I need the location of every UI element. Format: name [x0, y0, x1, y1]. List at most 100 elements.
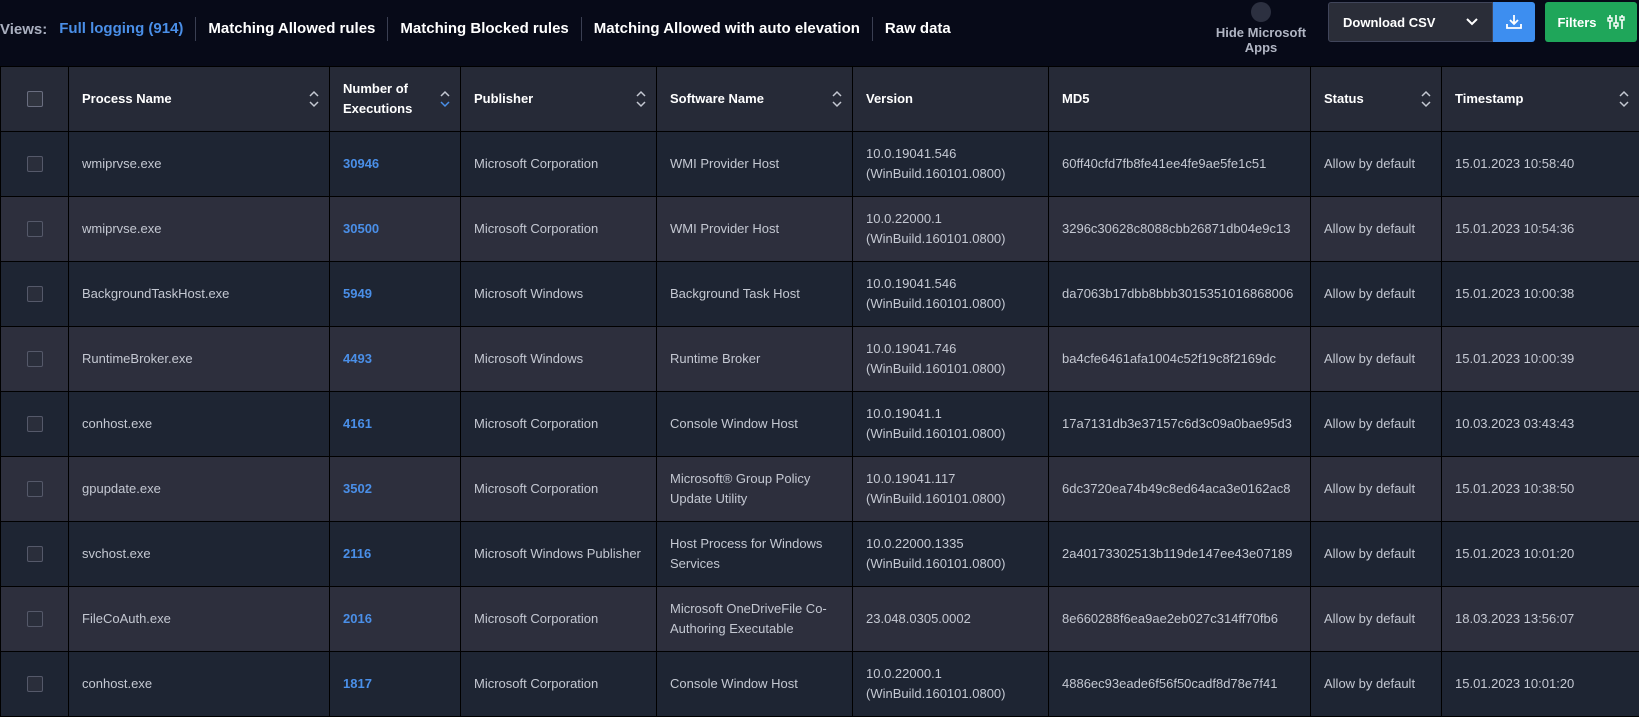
status-cell: Allow by default [1311, 327, 1442, 392]
status-cell: Allow by default [1311, 392, 1442, 457]
executions-link[interactable]: 1817 [330, 652, 461, 717]
timestamp-cell: 15.01.2023 10:58:40 [1442, 132, 1639, 197]
process-name-cell: gpupdate.exe [69, 457, 330, 522]
select-all-checkbox[interactable] [27, 91, 43, 107]
sort-icon[interactable] [1619, 90, 1629, 108]
timestamp-cell: 18.03.2023 13:56:07 [1442, 587, 1639, 652]
version-cell: 10.0.19041.117 (WinBuild.160101.0800) [853, 457, 1049, 522]
view-full-logging[interactable]: Full logging (914) [59, 17, 195, 41]
column-header-number-of-executions[interactable]: Number of Executions [330, 67, 461, 132]
hide-microsoft-apps-toggle[interactable] [1251, 2, 1271, 22]
column-header-publisher[interactable]: Publisher [461, 67, 657, 132]
md5-cell: 3296c30628c8088cbb26871db04e9c13 [1049, 197, 1311, 262]
row-checkbox[interactable] [27, 611, 43, 627]
column-header-timestamp[interactable]: Timestamp [1442, 67, 1639, 132]
timestamp-cell: 15.01.2023 10:38:50 [1442, 457, 1639, 522]
select-all-header [1, 67, 69, 132]
row-checkbox[interactable] [27, 481, 43, 497]
row-select-cell [1, 262, 69, 327]
md5-cell: 6dc3720ea74b49c8ed64aca3e0162ac8 [1049, 457, 1311, 522]
publisher-cell: Microsoft Corporation [461, 457, 657, 522]
view-matching-allowed[interactable]: Matching Allowed rules [195, 17, 387, 41]
table-row[interactable]: wmiprvse.exe 30946 Microsoft Corporation… [1, 132, 1639, 197]
status-cell: Allow by default [1311, 652, 1442, 717]
sort-icon[interactable] [1421, 90, 1431, 108]
timestamp-cell: 15.01.2023 10:54:36 [1442, 197, 1639, 262]
publisher-cell: Microsoft Corporation [461, 652, 657, 717]
column-label: MD5 [1062, 91, 1089, 106]
table-row[interactable]: svchost.exe 2116 Microsoft Windows Publi… [1, 522, 1639, 587]
publisher-cell: Microsoft Corporation [461, 587, 657, 652]
version-cell: 10.0.19041.546 (WinBuild.160101.0800) [853, 262, 1049, 327]
timestamp-cell: 15.01.2023 10:01:20 [1442, 652, 1639, 717]
process-name-cell: RuntimeBroker.exe [69, 327, 330, 392]
row-select-cell [1, 132, 69, 197]
table-row[interactable]: BackgroundTaskHost.exe 5949 Microsoft Wi… [1, 262, 1639, 327]
row-checkbox[interactable] [27, 546, 43, 562]
row-checkbox[interactable] [27, 156, 43, 172]
column-header-status[interactable]: Status [1311, 67, 1442, 132]
status-cell: Allow by default [1311, 587, 1442, 652]
sort-icon[interactable] [309, 90, 319, 108]
table-row[interactable]: RuntimeBroker.exe 4493 Microsoft Windows… [1, 327, 1639, 392]
md5-cell: 60ff40cfd7fb8fe41ee4fe9ae5fe1c51 [1049, 132, 1311, 197]
row-checkbox[interactable] [27, 416, 43, 432]
software-name-cell: Console Window Host [657, 652, 853, 717]
column-label: Publisher [474, 91, 533, 106]
sort-icon[interactable] [636, 90, 646, 108]
row-select-cell [1, 522, 69, 587]
chevron-down-icon [1466, 18, 1478, 26]
status-cell: Allow by default [1311, 132, 1442, 197]
table-header-row: Process Name Number of Executions Publis… [1, 67, 1639, 132]
table-row[interactable]: gpupdate.exe 3502 Microsoft Corporation … [1, 457, 1639, 522]
process-name-cell: conhost.exe [69, 392, 330, 457]
view-matching-blocked[interactable]: Matching Blocked rules [387, 17, 580, 41]
status-cell: Allow by default [1311, 457, 1442, 522]
download-button[interactable] [1493, 2, 1535, 42]
software-name-cell: Microsoft OneDriveFile Co-Authoring Exec… [657, 587, 853, 652]
column-header-software-name[interactable]: Software Name [657, 67, 853, 132]
software-name-cell: WMI Provider Host [657, 132, 853, 197]
executions-link[interactable]: 4493 [330, 327, 461, 392]
view-raw-data[interactable]: Raw data [872, 17, 963, 41]
status-cell: Allow by default [1311, 262, 1442, 327]
table-row[interactable]: conhost.exe 4161 Microsoft Corporation C… [1, 392, 1639, 457]
row-checkbox[interactable] [27, 286, 43, 302]
process-name-cell: FileCoAuth.exe [69, 587, 330, 652]
executions-link[interactable]: 2016 [330, 587, 461, 652]
hide-microsoft-apps[interactable]: Hide Microsoft Apps [1199, 0, 1323, 55]
executions-link[interactable]: 30500 [330, 197, 461, 262]
table-row[interactable]: wmiprvse.exe 30500 Microsoft Corporation… [1, 197, 1639, 262]
executions-link[interactable]: 3502 [330, 457, 461, 522]
md5-cell: da7063b17dbb8bbb3015351016868006 [1049, 262, 1311, 327]
publisher-cell: Microsoft Corporation [461, 197, 657, 262]
table-row[interactable]: conhost.exe 1817 Microsoft Corporation C… [1, 652, 1639, 717]
timestamp-cell: 10.03.2023 03:43:43 [1442, 392, 1639, 457]
table-row[interactable]: FileCoAuth.exe 2016 Microsoft Corporatio… [1, 587, 1639, 652]
column-label: Process Name [82, 91, 172, 106]
download-csv-select[interactable]: Download CSV [1328, 2, 1493, 42]
row-checkbox[interactable] [27, 221, 43, 237]
download-csv-label: Download CSV [1343, 15, 1435, 30]
sort-desc-icon[interactable] [440, 90, 450, 108]
md5-cell: 2a40173302513b119de147ee43e07189 [1049, 522, 1311, 587]
view-matching-allowed-auto-elevation[interactable]: Matching Allowed with auto elevation [581, 17, 872, 41]
executions-link[interactable]: 30946 [330, 132, 461, 197]
row-checkbox[interactable] [27, 676, 43, 692]
executions-link[interactable]: 5949 [330, 262, 461, 327]
process-name-cell: svchost.exe [69, 522, 330, 587]
column-header-md5: MD5 [1049, 67, 1311, 132]
filters-button[interactable]: Filters [1545, 2, 1637, 42]
publisher-cell: Microsoft Windows [461, 327, 657, 392]
row-select-cell [1, 457, 69, 522]
software-name-cell: Microsoft® Group Policy Update Utility [657, 457, 853, 522]
executions-link[interactable]: 4161 [330, 392, 461, 457]
column-label: Software Name [670, 91, 764, 106]
row-checkbox[interactable] [27, 351, 43, 367]
column-header-process-name[interactable]: Process Name [69, 67, 330, 132]
sort-icon[interactable] [832, 90, 842, 108]
executions-link[interactable]: 2116 [330, 522, 461, 587]
publisher-cell: Microsoft Corporation [461, 392, 657, 457]
md5-cell: ba4cfe6461afa1004c52f19c8f2169dc [1049, 327, 1311, 392]
hide-microsoft-apps-label: Hide Microsoft Apps [1216, 25, 1306, 55]
